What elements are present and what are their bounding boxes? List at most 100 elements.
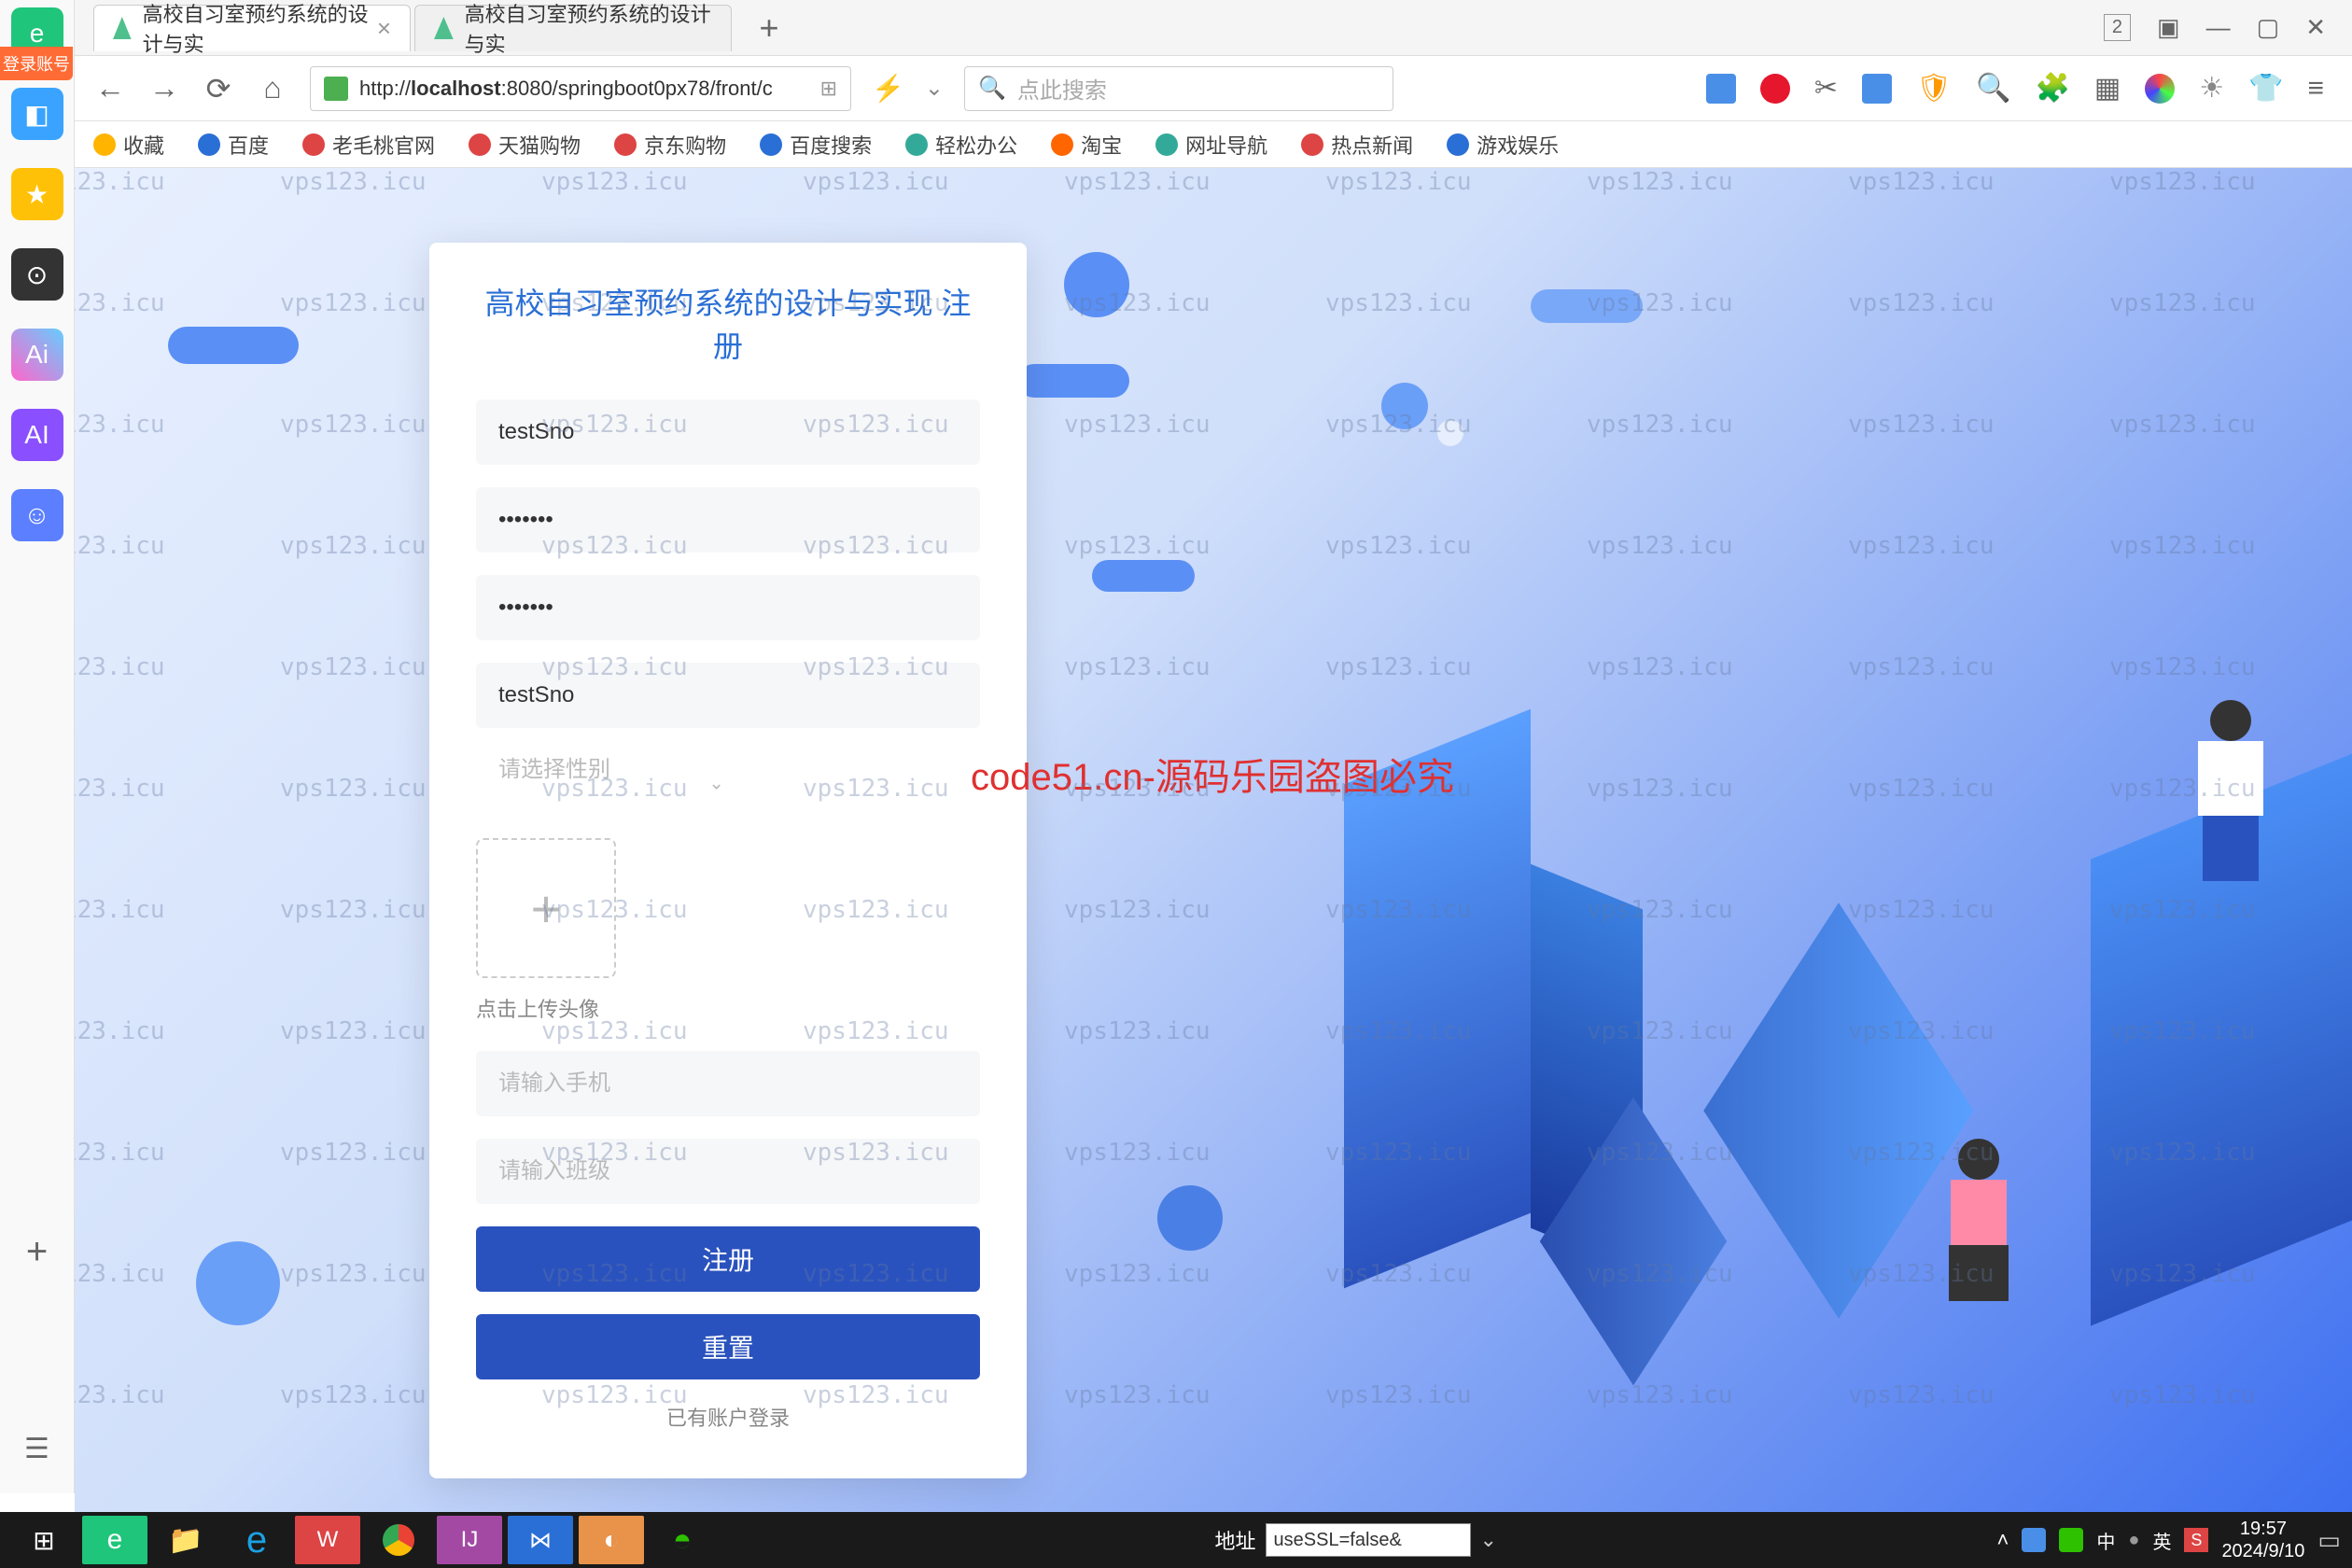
- cloud-deco: [168, 327, 299, 364]
- figure-man: [2193, 700, 2268, 887]
- sidebar-app-3[interactable]: ⊙: [11, 248, 63, 301]
- tray-icon[interactable]: [2022, 1528, 2046, 1552]
- translate-icon[interactable]: [1862, 74, 1892, 104]
- windows-taskbar: ⊞ e 📁 e W IJ ⋈ ◐ ◓ 地址 ⌄ ˄ 中 ● 英 S 19:57 …: [0, 1512, 2352, 1568]
- sno-input[interactable]: [476, 399, 980, 465]
- tray-up-icon[interactable]: ˄: [1996, 1528, 2009, 1552]
- tab-active[interactable]: 高校自习室预约系统的设计与实 ×: [93, 5, 411, 51]
- sidebar-app-4[interactable]: Ai: [11, 329, 63, 381]
- sidebar-add[interactable]: +: [26, 1231, 48, 1273]
- login-link[interactable]: 已有账户登录: [476, 1402, 980, 1432]
- tb-vscode[interactable]: ⋈: [508, 1516, 573, 1564]
- mail-icon[interactable]: [1706, 74, 1736, 104]
- minimize-icon[interactable]: —: [2206, 13, 2231, 42]
- qr-icon[interactable]: ⊞: [820, 77, 837, 101]
- bookmark-taobao[interactable]: 淘宝: [1051, 130, 1122, 160]
- bookmark-fav[interactable]: 收藏: [93, 130, 164, 160]
- bm-icon: [614, 133, 637, 156]
- bookmark-tmall[interactable]: 天猫购物: [469, 130, 581, 160]
- password-confirm-input[interactable]: [476, 575, 980, 640]
- bm-icon: [469, 133, 491, 156]
- tb-idea[interactable]: IJ: [437, 1516, 502, 1564]
- tab-bar: 高校自习室预约系统的设计与实 × 高校自习室预约系统的设计与实 + 2 ▣ — …: [0, 0, 2352, 56]
- address-bar[interactable]: http:// localhost :8080/springboot0px78/…: [310, 66, 851, 111]
- reload-button[interactable]: ⟳: [202, 72, 235, 105]
- bookmark-bdsearch[interactable]: 百度搜索: [760, 130, 872, 160]
- tb-chrome[interactable]: [366, 1516, 431, 1564]
- clock-time[interactable]: 19:57: [2221, 1518, 2304, 1540]
- tray-sogou-icon[interactable]: S: [2184, 1528, 2208, 1552]
- name-input[interactable]: [476, 663, 980, 728]
- sidebar-app-1[interactable]: ◧: [11, 88, 63, 140]
- tray-dot[interactable]: ●: [2128, 1530, 2139, 1551]
- sidebar-menu[interactable]: ☰: [11, 1422, 63, 1475]
- star-icon: [93, 133, 116, 156]
- menu-icon[interactable]: ≡: [2307, 73, 2324, 105]
- ime-zh[interactable]: 中: [2096, 1527, 2115, 1554]
- theme-icon[interactable]: ☀: [2199, 72, 2224, 105]
- tab-inactive[interactable]: 高校自习室预约系统的设计与实: [414, 5, 732, 51]
- back-button[interactable]: ←: [93, 72, 127, 105]
- vue-icon: [434, 17, 454, 39]
- notifications-icon[interactable]: ▭: [2317, 1526, 2341, 1555]
- shield2-icon[interactable]: 🛡: [1916, 72, 1952, 105]
- bookmark-game[interactable]: 游戏娱乐: [1447, 130, 1559, 160]
- avatar-upload[interactable]: +: [476, 838, 616, 978]
- scissors-icon[interactable]: ✂: [1814, 72, 1838, 105]
- weibo-icon[interactable]: [1760, 74, 1790, 104]
- password-input[interactable]: [476, 487, 980, 553]
- watermark-center: code51.cn-源码乐园盗图必究: [971, 747, 1454, 801]
- new-tab-button[interactable]: +: [750, 9, 788, 47]
- flash-icon[interactable]: ⚡: [872, 73, 904, 104]
- bm-icon: [1155, 133, 1178, 156]
- close-window-icon[interactable]: ✕: [2305, 13, 2326, 42]
- bookmark-office[interactable]: 轻松办公: [905, 130, 1017, 160]
- window-count[interactable]: 2: [2104, 14, 2131, 41]
- bm-icon: [905, 133, 928, 156]
- gender-select[interactable]: 请选择性别 ⌄: [476, 750, 747, 816]
- login-badge[interactable]: 登录账号: [0, 47, 73, 80]
- bm-icon: [1301, 133, 1323, 156]
- close-icon[interactable]: ×: [377, 14, 391, 43]
- bubble-deco: [1437, 420, 1463, 446]
- bookmark-nav[interactable]: 网址导航: [1155, 130, 1267, 160]
- zoom-icon[interactable]: 🔍: [1976, 72, 2010, 105]
- sidebar-app-5[interactable]: AI: [11, 409, 63, 461]
- skin-icon[interactable]: 👕: [2248, 72, 2283, 105]
- tb-edge[interactable]: e: [224, 1516, 289, 1564]
- sidebar-app-2[interactable]: ★: [11, 168, 63, 220]
- home-button[interactable]: ⌂: [256, 72, 289, 105]
- bm-icon: [760, 133, 782, 156]
- phone-input[interactable]: [476, 1051, 980, 1116]
- bookmark-news[interactable]: 热点新闻: [1301, 130, 1413, 160]
- ime-en[interactable]: 英: [2152, 1527, 2171, 1554]
- puzzle-icon[interactable]: 🧩: [2036, 72, 2070, 105]
- tb-wechat[interactable]: ◓: [650, 1516, 715, 1564]
- tb-wps[interactable]: W: [295, 1516, 360, 1564]
- tb-360[interactable]: e: [82, 1516, 147, 1564]
- chevron-down-icon[interactable]: ⌄: [1480, 1528, 1497, 1552]
- reset-button[interactable]: 重置: [476, 1314, 980, 1379]
- toolbar-right: ✂ 🛡 🔍 🧩 ▦ ☀ 👕 ≡: [1706, 72, 2324, 105]
- maximize-icon[interactable]: ▢: [2257, 13, 2280, 42]
- bm-icon: [302, 133, 325, 156]
- tray-wechat-icon[interactable]: [2059, 1528, 2083, 1552]
- tb-app[interactable]: ◐: [579, 1516, 644, 1564]
- addr-input[interactable]: [1266, 1523, 1471, 1557]
- bookmark-lmt[interactable]: 老毛桃官网: [302, 130, 435, 160]
- grid-icon[interactable]: ▦: [2094, 72, 2121, 105]
- sidebar-app-6[interactable]: ☺: [11, 489, 63, 541]
- register-button[interactable]: 注册: [476, 1226, 980, 1292]
- dropdown-icon[interactable]: ⌄: [925, 75, 944, 102]
- toolbar: ← → ⟳ ⌂ http:// localhost :8080/springbo…: [0, 56, 2352, 121]
- start-button[interactable]: ⊞: [11, 1516, 77, 1564]
- bookmark-jd[interactable]: 京东购物: [614, 130, 726, 160]
- extension-icon[interactable]: ▣: [2157, 13, 2180, 42]
- forward-button[interactable]: →: [147, 72, 181, 105]
- clock-date[interactable]: 2024/9/10: [2221, 1540, 2304, 1562]
- class-input[interactable]: [476, 1139, 980, 1204]
- search-input[interactable]: 🔍 点此搜索: [964, 66, 1393, 111]
- color-icon[interactable]: [2145, 74, 2175, 104]
- tb-explorer[interactable]: 📁: [153, 1516, 218, 1564]
- bookmark-baidu[interactable]: 百度: [198, 130, 269, 160]
